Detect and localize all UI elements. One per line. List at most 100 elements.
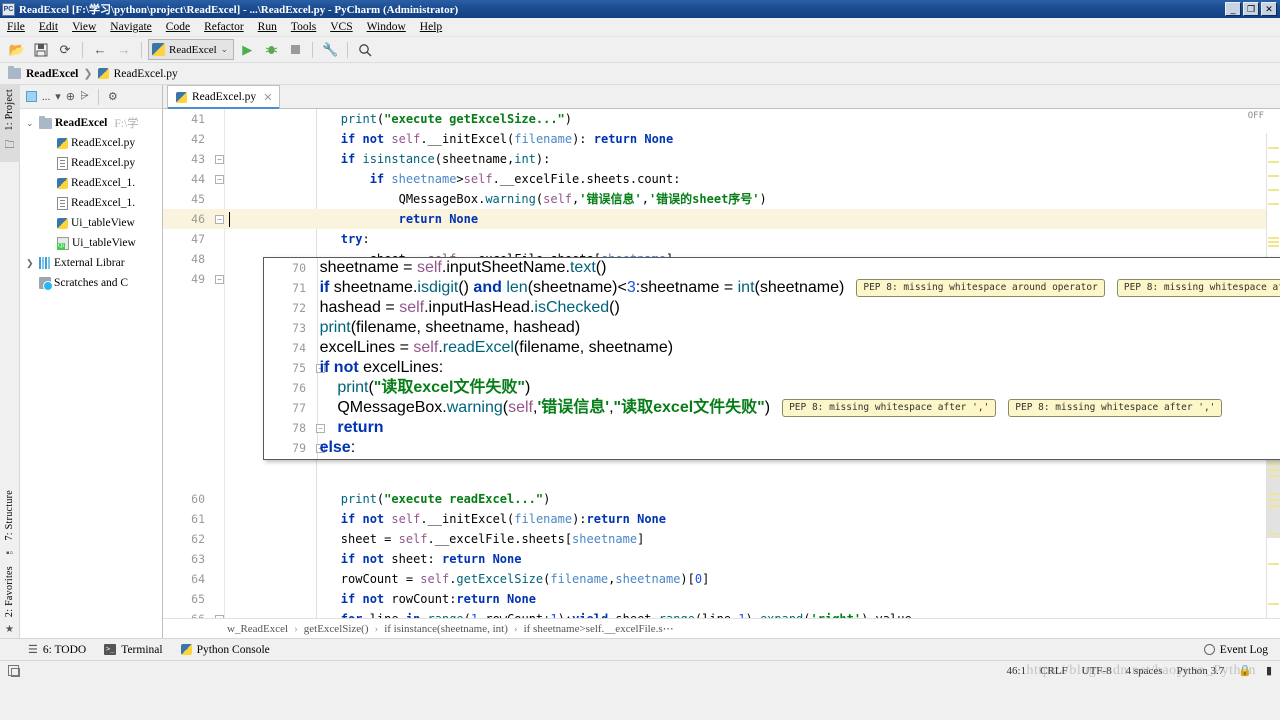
code-line[interactable]: 43 − if isinstance(sheetname,int): bbox=[163, 149, 1280, 169]
gear-icon[interactable]: ⚙ bbox=[108, 90, 118, 103]
inspection-marker[interactable] bbox=[1268, 147, 1279, 149]
menu-edit[interactable]: Edit bbox=[32, 19, 65, 35]
code-fold-toggle[interactable]: − bbox=[215, 175, 224, 184]
editor-breadcrumb-item[interactable]: if sheetname>self.__excelFile.s⋯ bbox=[524, 622, 674, 635]
chevron-icon[interactable]: ❯ bbox=[26, 258, 36, 269]
inspection-marker[interactable] bbox=[1268, 245, 1279, 247]
code-fold-toggle[interactable]: − bbox=[215, 215, 224, 224]
code-line[interactable]: 42 if not self.__initExcel(filename): re… bbox=[163, 129, 1280, 149]
lock-icon[interactable]: 🔒 bbox=[1238, 664, 1252, 677]
code-line[interactable]: 41 print("execute getExcelSize...") bbox=[163, 109, 1280, 129]
inspection-marker[interactable] bbox=[1268, 505, 1279, 507]
chevron-down-icon[interactable]: ⌄ bbox=[221, 44, 229, 55]
close-button[interactable]: ✕ bbox=[1261, 2, 1277, 16]
code-line[interactable]: 45 QMessageBox.warning(self,'错误信息','错误的s… bbox=[163, 189, 1280, 209]
tool-window-todo[interactable]: ☰ 6: TODO bbox=[28, 643, 86, 657]
file-encoding[interactable]: UTF-8 bbox=[1082, 665, 1112, 677]
editor-breadcrumb-item[interactable]: w_ReadExcel bbox=[227, 623, 288, 635]
maximize-button[interactable]: ❐ bbox=[1243, 2, 1259, 16]
sync-icon[interactable]: ⟳ bbox=[54, 39, 76, 61]
code-lens-popup[interactable]: 70 sheetname = self.inputSheetName.text(… bbox=[263, 257, 1280, 460]
close-icon[interactable]: ✕ bbox=[263, 91, 272, 104]
run-icon[interactable]: ▶ bbox=[236, 39, 258, 61]
minimize-button[interactable]: _ bbox=[1225, 2, 1241, 16]
menu-refactor[interactable]: Refactor bbox=[197, 19, 251, 35]
code-line[interactable]: 62 sheet = self.__excelFile.sheets[sheet… bbox=[163, 529, 1280, 549]
code-line[interactable]: 78− return bbox=[264, 418, 1280, 438]
code-fold-toggle[interactable]: − bbox=[215, 275, 224, 284]
project-tree-item[interactable]: Scratches and C bbox=[20, 273, 162, 293]
code-line[interactable]: 77 QMessageBox.warning(self,'错误信息',"读取ex… bbox=[264, 398, 1280, 418]
menu-navigate[interactable]: Navigate bbox=[103, 19, 159, 35]
code-line[interactable]: 76 print("读取excel文件失败") bbox=[264, 378, 1280, 398]
menu-view[interactable]: View bbox=[65, 19, 103, 35]
collapse-all-icon[interactable]: ⩥ bbox=[80, 90, 89, 103]
code-line[interactable]: 79− else: bbox=[264, 438, 1280, 458]
menu-file[interactable]: File bbox=[0, 19, 32, 35]
project-tree-item[interactable]: ReadExcel_1. bbox=[20, 173, 162, 193]
settings-wrench-icon[interactable]: 🔧 bbox=[319, 39, 341, 61]
inspection-marker[interactable] bbox=[1268, 175, 1279, 177]
editor-breadcrumb-item[interactable]: if isinstance(sheetname, int) bbox=[384, 623, 508, 635]
menu-code[interactable]: Code bbox=[159, 19, 197, 35]
inspection-marker[interactable] bbox=[1268, 469, 1279, 471]
back-arrow-icon[interactable]: ← bbox=[89, 39, 111, 61]
code-line[interactable]: 73 print(filename, sheetname, hashead) bbox=[264, 318, 1280, 338]
code-line[interactable]: 75− if not excelLines: bbox=[264, 358, 1280, 378]
project-tree-item[interactable]: ReadExcel_1. bbox=[20, 193, 162, 213]
menu-window[interactable]: Window bbox=[360, 19, 413, 35]
tool-windows-toggle-icon[interactable] bbox=[8, 665, 20, 677]
inspection-marker[interactable] bbox=[1268, 493, 1279, 495]
indent-setting[interactable]: 4 spaces bbox=[1126, 665, 1163, 677]
inspection-marker[interactable] bbox=[1268, 237, 1279, 239]
project-tree-item[interactable]: ReadExcel.py bbox=[20, 153, 162, 173]
caret-position[interactable]: 46:1 bbox=[1007, 665, 1027, 677]
save-icon[interactable] bbox=[30, 39, 52, 61]
search-icon[interactable] bbox=[354, 39, 376, 61]
inspection-marker[interactable] bbox=[1268, 499, 1279, 501]
menu-tools[interactable]: Tools bbox=[284, 19, 323, 35]
inspection-marker[interactable] bbox=[1268, 475, 1279, 477]
inspection-marker[interactable] bbox=[1268, 203, 1279, 205]
locate-icon[interactable]: ⊕ bbox=[66, 90, 75, 103]
event-log-button[interactable]: Event Log bbox=[1203, 644, 1280, 656]
debug-icon[interactable] bbox=[260, 39, 282, 61]
code-line[interactable]: 60 print("execute readExcel...") bbox=[163, 489, 1280, 509]
inspection-marker[interactable] bbox=[1268, 189, 1279, 191]
inspection-marker[interactable] bbox=[1268, 161, 1279, 163]
menu-vcs[interactable]: VCS bbox=[323, 19, 359, 35]
code-line[interactable]: 74 excelLines = self.readExcel(filename,… bbox=[264, 338, 1280, 358]
tool-window-terminal[interactable]: >_ Terminal bbox=[104, 644, 163, 656]
breadcrumb-project[interactable]: ReadExcel bbox=[26, 68, 78, 80]
open-folder-icon[interactable]: 📂 bbox=[6, 39, 28, 61]
memory-indicator-icon[interactable]: ▮ bbox=[1266, 664, 1272, 677]
code-line[interactable]: 70 sheetname = self.inputSheetName.text(… bbox=[264, 258, 1280, 278]
code-line[interactable]: 47 try: bbox=[163, 229, 1280, 249]
code-line[interactable]: 64 rowCount = self.getExcelSize(filename… bbox=[163, 569, 1280, 589]
menu-help[interactable]: Help bbox=[413, 19, 449, 35]
project-scope-label[interactable]: ... bbox=[42, 91, 50, 103]
inspection-status-label[interactable]: OFF bbox=[1248, 111, 1264, 121]
code-line[interactable]: 72 hashead = self.inputHasHead.isChecked… bbox=[264, 298, 1280, 318]
chevron-down-icon[interactable]: ▾ bbox=[55, 90, 61, 103]
rail-item-favorites[interactable]: 2: Favorites bbox=[4, 562, 15, 621]
menu-run[interactable]: Run bbox=[251, 19, 284, 35]
project-tree-item[interactable]: ⌄ ReadExcel F:\学 bbox=[20, 113, 162, 133]
code-line[interactable]: 71 if sheetname.isdigit() and len(sheetn… bbox=[264, 278, 1280, 298]
inspection-marker[interactable] bbox=[1268, 563, 1279, 565]
inspection-marker[interactable] bbox=[1268, 463, 1279, 465]
code-line[interactable]: 65 if not rowCount:return None bbox=[163, 589, 1280, 609]
code-line[interactable]: 63 if not sheet: return None bbox=[163, 549, 1280, 569]
line-separator[interactable]: CRLF bbox=[1040, 665, 1068, 677]
chevron-icon[interactable]: ⌄ bbox=[26, 118, 36, 129]
inspection-marker[interactable] bbox=[1268, 603, 1279, 605]
editor-breadcrumb-item[interactable]: getExcelSize() bbox=[304, 623, 369, 635]
code-fold-toggle[interactable]: − bbox=[215, 155, 224, 164]
python-interpreter[interactable]: Python 3.7 bbox=[1177, 665, 1225, 677]
code-line[interactable]: 61 if not self.__initExcel(filename):ret… bbox=[163, 509, 1280, 529]
inspection-marker[interactable] bbox=[1268, 533, 1279, 535]
inspection-marker[interactable] bbox=[1268, 241, 1279, 243]
project-tree-item[interactable]: Ui_tableView bbox=[20, 213, 162, 233]
breadcrumb-file[interactable]: ReadExcel.py bbox=[114, 68, 178, 80]
code-line[interactable]: 44 − if sheetname>self.__excelFile.sheets… bbox=[163, 169, 1280, 189]
